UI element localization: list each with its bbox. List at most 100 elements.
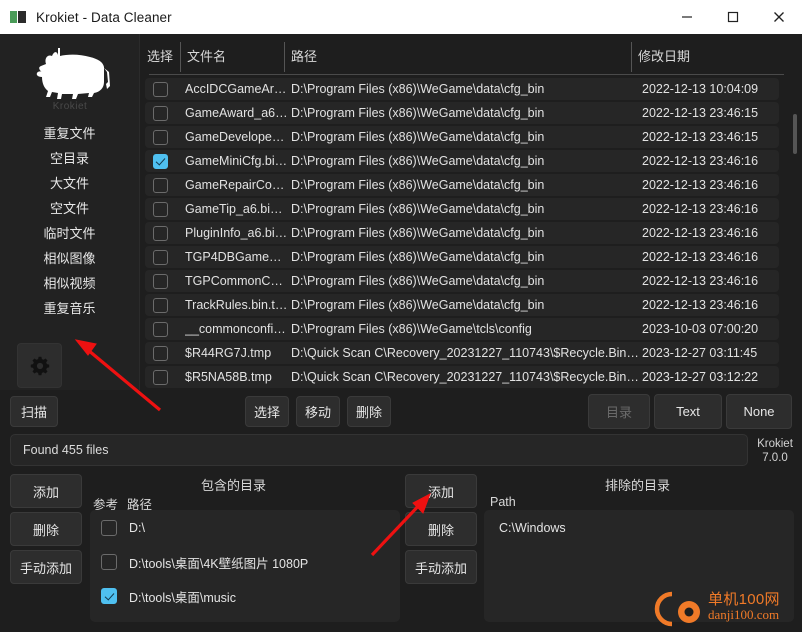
row-checkbox[interactable] bbox=[153, 345, 168, 361]
sidebar-item-similar-images[interactable]: 相似图像 bbox=[0, 245, 139, 270]
excluded-directories-title: 排除的目录 bbox=[605, 478, 671, 493]
cell-modified-date: 2022-12-13 23:46:15 bbox=[642, 130, 759, 144]
included-manual-add-button[interactable]: 手动添加 bbox=[10, 550, 82, 584]
cell-path: D:\Program Files (x86)\WeGame\data\cfg_b… bbox=[291, 298, 545, 312]
gear-icon bbox=[30, 356, 49, 375]
row-checkbox[interactable] bbox=[153, 225, 168, 241]
move-button[interactable]: 移动 bbox=[296, 396, 340, 427]
table-row[interactable]: GameRepairCo… D:\Program Files (x86)\WeGa… bbox=[145, 174, 779, 196]
cell-filename: $R44RG7J.tmp bbox=[185, 346, 272, 360]
sidebar-item-duplicate-files[interactable]: 重复文件 bbox=[0, 120, 139, 145]
sidebar-item-big-files[interactable]: 大文件 bbox=[0, 170, 139, 195]
sidebar-item-duplicate-music[interactable]: 重复音乐 bbox=[0, 295, 139, 320]
cell-path: D:\Program Files (x86)\WeGame\data\cfg_b… bbox=[291, 106, 545, 120]
row-checkbox[interactable] bbox=[153, 105, 168, 121]
column-divider[interactable] bbox=[284, 42, 285, 72]
row-checkbox[interactable] bbox=[153, 273, 168, 289]
cell-filename: GameMiniCfg.bi… bbox=[185, 154, 288, 168]
table-row[interactable]: __commonconfi… D:\Program Files (x86)\WeG… bbox=[145, 318, 779, 340]
scan-button[interactable]: 扫描 bbox=[10, 396, 58, 427]
directory-path-label: D:\ bbox=[129, 521, 145, 535]
excluded-directory-row[interactable]: C:\Windows bbox=[487, 512, 791, 544]
watermark-line1: 单机100网 bbox=[708, 591, 780, 608]
included-directory-row[interactable]: D:\ bbox=[93, 512, 397, 544]
cell-filename: AccIDCGameAr… bbox=[185, 82, 287, 96]
cell-filename: PluginInfo_a6.bi… bbox=[185, 226, 288, 240]
table-row[interactable]: $R44RG7J.tmp D:\Quick Scan C\Recovery_202… bbox=[145, 342, 779, 364]
cow-logo-icon bbox=[36, 48, 110, 99]
excluded-delete-button[interactable]: 删除 bbox=[405, 512, 477, 546]
column-header-modified[interactable]: 修改日期 bbox=[638, 46, 690, 65]
cell-filename: GameDeveloper… bbox=[185, 130, 288, 144]
table-row[interactable]: TGPCommonC… D:\Program Files (x86)\WeGame… bbox=[145, 270, 779, 292]
file-table: 选择 文件名 路径 修改日期 AccIDCGameAr… D:\Program F… bbox=[141, 34, 802, 390]
sidebar-item-temporary-files[interactable]: 临时文件 bbox=[0, 220, 139, 245]
column-header-filename[interactable]: 文件名 bbox=[187, 46, 226, 65]
cell-modified-date: 2022-12-13 23:46:16 bbox=[642, 274, 759, 288]
watermark-line2: danji100.com bbox=[708, 607, 780, 622]
sidebar-item-label: 大文件 bbox=[49, 176, 89, 191]
sidebar-item-empty-files[interactable]: 空文件 bbox=[0, 195, 139, 220]
cell-path: D:\Program Files (x86)\WeGame\data\cfg_b… bbox=[291, 202, 545, 216]
row-checkbox[interactable] bbox=[153, 369, 168, 385]
column-divider[interactable] bbox=[631, 42, 632, 72]
row-checkbox[interactable] bbox=[153, 81, 168, 97]
cell-filename: GameAward_a6… bbox=[185, 106, 288, 120]
table-row[interactable]: GameAward_a6… D:\Program Files (x86)\WeGa… bbox=[145, 102, 779, 124]
maximize-icon[interactable] bbox=[710, 0, 756, 34]
close-icon[interactable] bbox=[756, 0, 802, 34]
version-info: Krokiet 7.0.0 bbox=[752, 434, 798, 468]
delete-button[interactable]: 删除 bbox=[347, 396, 391, 427]
text-toggle-button[interactable]: Text bbox=[654, 394, 722, 429]
cell-modified-date: 2023-12-27 03:12:22 bbox=[642, 370, 759, 384]
included-delete-button[interactable]: 删除 bbox=[10, 512, 82, 546]
included-directory-row[interactable]: D:\tools\桌面\4K壁纸图片 1080P bbox=[93, 546, 397, 578]
row-checkbox[interactable] bbox=[153, 153, 168, 169]
status-message: Found 455 files bbox=[23, 443, 109, 457]
included-directory-row[interactable]: D:\tools\桌面\office\Krokiet_939047 bbox=[93, 614, 397, 622]
included-add-button[interactable]: 添加 bbox=[10, 474, 82, 508]
column-header-select[interactable]: 选择 bbox=[147, 46, 173, 65]
row-checkbox[interactable] bbox=[153, 249, 168, 265]
cell-path: D:\Program Files (x86)\WeGame\data\cfg_b… bbox=[291, 226, 545, 240]
sidebar-item-similar-videos[interactable]: 相似视频 bbox=[0, 270, 139, 295]
row-checkbox[interactable] bbox=[153, 297, 168, 313]
directory-checkbox[interactable] bbox=[101, 588, 117, 604]
cell-modified-date: 2022-12-13 10:04:09 bbox=[642, 82, 759, 96]
watermark-mark-icon bbox=[654, 591, 700, 627]
excluded-add-button[interactable]: 添加 bbox=[405, 474, 477, 508]
table-row[interactable]: TrackRules.bin.t… D:\Program Files (x86)\… bbox=[145, 294, 779, 316]
excluded-manual-add-button[interactable]: 手动添加 bbox=[405, 550, 477, 584]
table-row[interactable]: AccIDCGameAr… D:\Program Files (x86)\WeGa… bbox=[145, 78, 779, 100]
column-divider[interactable] bbox=[180, 42, 181, 72]
table-row[interactable]: $R5NA58B.tmp D:\Quick Scan C\Recovery_202… bbox=[145, 366, 779, 388]
row-checkbox[interactable] bbox=[153, 129, 168, 145]
vertical-scrollbar[interactable] bbox=[793, 114, 797, 154]
row-checkbox[interactable] bbox=[153, 177, 168, 193]
table-row[interactable]: GameDeveloper… D:\Program Files (x86)\WeG… bbox=[145, 126, 779, 148]
directory-path-label: D:\tools\桌面\4K壁纸图片 1080P bbox=[129, 556, 309, 571]
directory-checkbox[interactable] bbox=[101, 520, 117, 536]
cell-path: D:\Program Files (x86)\WeGame\data\cfg_b… bbox=[291, 154, 545, 168]
settings-button[interactable] bbox=[17, 343, 62, 388]
included-directory-row[interactable]: D:\tools\桌面\music bbox=[93, 580, 397, 612]
table-row[interactable]: GameTip_a6.bi… D:\Program Files (x86)\WeG… bbox=[145, 198, 779, 220]
status-bar: Found 455 files bbox=[10, 434, 748, 466]
minimize-icon[interactable] bbox=[664, 0, 710, 34]
table-row[interactable]: PluginInfo_a6.bi… D:\Program Files (x86)\… bbox=[145, 222, 779, 244]
select-button[interactable]: 选择 bbox=[245, 396, 289, 427]
column-header-path[interactable]: 路径 bbox=[291, 46, 317, 65]
app-icon bbox=[10, 9, 26, 25]
table-row[interactable]: GameMiniCfg.bi… D:\Program Files (x86)\We… bbox=[145, 150, 779, 172]
cell-path: D:\Program Files (x86)\WeGame\data\cfg_b… bbox=[291, 178, 545, 192]
directory-checkbox[interactable] bbox=[101, 554, 117, 570]
none-toggle-button[interactable]: None bbox=[726, 394, 792, 429]
table-row[interactable]: TGP4DBGame… D:\Program Files (x86)\WeGame… bbox=[145, 246, 779, 268]
logo-label: Krokiet bbox=[52, 101, 88, 112]
directory-toggle-button[interactable]: 目录 bbox=[588, 394, 650, 429]
sidebar-item-empty-directories[interactable]: 空目录 bbox=[0, 145, 139, 170]
row-checkbox[interactable] bbox=[153, 201, 168, 217]
sidebar-item-label: 重复文件 bbox=[43, 126, 96, 141]
sidebar-item-label: 空文件 bbox=[49, 201, 89, 216]
row-checkbox[interactable] bbox=[153, 321, 168, 337]
